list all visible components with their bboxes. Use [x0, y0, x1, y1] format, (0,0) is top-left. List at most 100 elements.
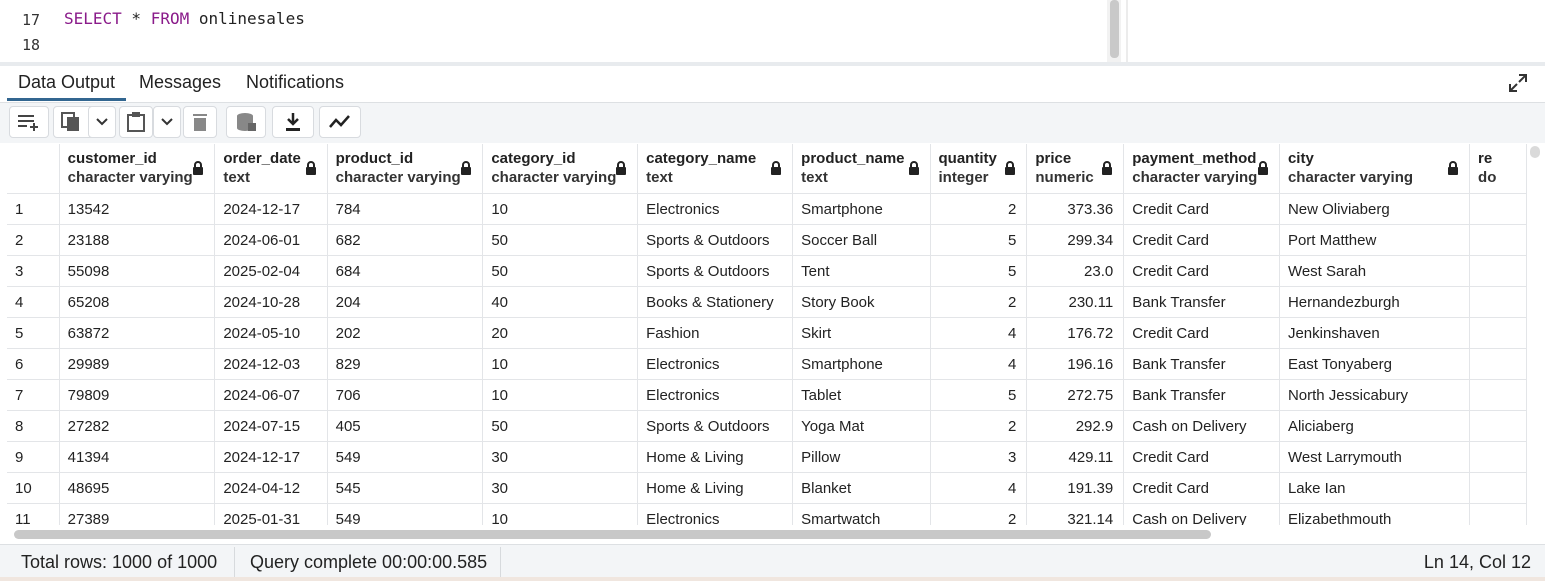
- cell-quantity[interactable]: 4: [930, 348, 1028, 380]
- cell-category_id[interactable]: 20: [482, 317, 639, 349]
- table-row[interactable]: 5 63872 2024-05-10 202 20 Fashion Skirt 4 176.72…: [7, 317, 1527, 349]
- cell-category_id[interactable]: 30: [482, 441, 639, 473]
- cell-product_name[interactable]: Story Book: [792, 286, 931, 318]
- tab-data-output[interactable]: Data Output: [18, 72, 115, 93]
- cell-category_name[interactable]: Fashion: [637, 317, 794, 349]
- cell-price[interactable]: 176.72: [1026, 317, 1125, 349]
- cell-overflow[interactable]: [1469, 193, 1527, 225]
- cell-category_name[interactable]: Electronics: [637, 379, 794, 411]
- cell-city[interactable]: East Tonyaberg: [1279, 348, 1471, 380]
- add-row-button[interactable]: [9, 106, 49, 138]
- cell-city[interactable]: Elizabethmouth: [1279, 503, 1471, 525]
- column-header-product_name[interactable]: product_name text: [792, 144, 931, 194]
- table-row[interactable]: 8 27282 2024-07-15 405 50 Sports & Outdoors Yo…: [7, 410, 1527, 442]
- cell-overflow[interactable]: [1469, 348, 1527, 380]
- cell-customer_id[interactable]: 48695: [59, 472, 216, 504]
- cell-product_id[interactable]: 549: [327, 503, 484, 525]
- cell-payment_method[interactable]: Cash on Delivery: [1123, 503, 1280, 525]
- cell-order_date[interactable]: 2024-12-17: [214, 193, 328, 225]
- cell-customer_id[interactable]: 79809: [59, 379, 216, 411]
- cell-overflow[interactable]: [1469, 410, 1527, 442]
- cell-payment_method[interactable]: Cash on Delivery: [1123, 410, 1280, 442]
- cell-payment_method[interactable]: Bank Transfer: [1123, 379, 1280, 411]
- cell-category_id[interactable]: 10: [482, 348, 639, 380]
- cell-category_name[interactable]: Home & Living: [637, 441, 794, 473]
- cell-quantity[interactable]: 2: [930, 503, 1028, 525]
- tab-messages[interactable]: Messages: [139, 72, 221, 93]
- cell-product_name[interactable]: Smartphone: [792, 348, 931, 380]
- cell-overflow[interactable]: [1469, 255, 1527, 287]
- cell-customer_id[interactable]: 63872: [59, 317, 216, 349]
- column-header-order_date[interactable]: order_date text: [214, 144, 328, 194]
- table-row[interactable]: 10 48695 2024-04-12 545 30 Home & Living Blank…: [7, 472, 1527, 504]
- column-header-category_id[interactable]: category_id character varying: [482, 144, 639, 194]
- cell-city[interactable]: Hernandezburgh: [1279, 286, 1471, 318]
- cell-product_id[interactable]: 682: [327, 224, 484, 256]
- cell-category_name[interactable]: Electronics: [637, 503, 794, 525]
- cell-overflow[interactable]: [1469, 286, 1527, 318]
- tab-notifications[interactable]: Notifications: [246, 72, 344, 93]
- table-row[interactable]: 6 29989 2024-12-03 829 10 Electronics Smartpho…: [7, 348, 1527, 380]
- cell-payment_method[interactable]: Credit Card: [1123, 441, 1280, 473]
- cell-customer_id[interactable]: 27389: [59, 503, 216, 525]
- cell-quantity[interactable]: 2: [930, 286, 1028, 318]
- cell-category_id[interactable]: 10: [482, 193, 639, 225]
- cell-overflow[interactable]: [1469, 503, 1527, 525]
- cell-price[interactable]: 299.34: [1026, 224, 1125, 256]
- cell-city[interactable]: North Jessicabury: [1279, 379, 1471, 411]
- row-number[interactable]: 3: [7, 255, 60, 287]
- cell-product_name[interactable]: Yoga Mat: [792, 410, 931, 442]
- table-row[interactable]: 1 13542 2024-12-17 784 10 Electronics Smartpho…: [7, 193, 1527, 225]
- cell-overflow[interactable]: [1469, 224, 1527, 256]
- cell-quantity[interactable]: 3: [930, 441, 1028, 473]
- expand-icon[interactable]: [1508, 73, 1528, 93]
- cell-product_name[interactable]: Tablet: [792, 379, 931, 411]
- cell-price[interactable]: 272.75: [1026, 379, 1125, 411]
- cell-overflow[interactable]: [1469, 472, 1527, 504]
- cell-city[interactable]: Port Matthew: [1279, 224, 1471, 256]
- cell-product_id[interactable]: 829: [327, 348, 484, 380]
- cell-product_name[interactable]: Skirt: [792, 317, 931, 349]
- cell-product_id[interactable]: 204: [327, 286, 484, 318]
- cell-product_name[interactable]: Smartwatch: [792, 503, 931, 525]
- column-header-price[interactable]: price numeric: [1026, 144, 1125, 194]
- cell-customer_id[interactable]: 41394: [59, 441, 216, 473]
- row-number[interactable]: 6: [7, 348, 60, 380]
- cell-category_id[interactable]: 50: [482, 224, 639, 256]
- column-header-payment_method[interactable]: payment_method character varying: [1123, 144, 1280, 194]
- cell-customer_id[interactable]: 23188: [59, 224, 216, 256]
- graph-visualiser-button[interactable]: [319, 106, 361, 138]
- cell-payment_method[interactable]: Credit Card: [1123, 472, 1280, 504]
- cell-price[interactable]: 196.16: [1026, 348, 1125, 380]
- cell-category_id[interactable]: 30: [482, 472, 639, 504]
- column-header-category_name[interactable]: category_name text: [637, 144, 794, 194]
- cell-customer_id[interactable]: 55098: [59, 255, 216, 287]
- cell-product_name[interactable]: Blanket: [792, 472, 931, 504]
- cell-product_id[interactable]: 784: [327, 193, 484, 225]
- table-row[interactable]: 7 79809 2024-06-07 706 10 Electronics Tablet 5 2…: [7, 379, 1527, 411]
- cell-quantity[interactable]: 5: [930, 379, 1028, 411]
- cell-price[interactable]: 230.11: [1026, 286, 1125, 318]
- row-number[interactable]: 9: [7, 441, 60, 473]
- cell-quantity[interactable]: 4: [930, 317, 1028, 349]
- cell-payment_method[interactable]: Bank Transfer: [1123, 348, 1280, 380]
- cell-product_name[interactable]: Smartphone: [792, 193, 931, 225]
- cell-product_id[interactable]: 706: [327, 379, 484, 411]
- cell-category_id[interactable]: 10: [482, 503, 639, 525]
- paste-button[interactable]: [119, 106, 153, 138]
- cell-category_name[interactable]: Electronics: [637, 348, 794, 380]
- row-number[interactable]: 2: [7, 224, 60, 256]
- cell-price[interactable]: 429.11: [1026, 441, 1125, 473]
- paste-options-dropdown[interactable]: [153, 106, 181, 138]
- cell-payment_method[interactable]: Credit Card: [1123, 317, 1280, 349]
- cell-city[interactable]: West Larrymouth: [1279, 441, 1471, 473]
- cell-product_id[interactable]: 545: [327, 472, 484, 504]
- cell-product_name[interactable]: Soccer Ball: [792, 224, 931, 256]
- cell-product_name[interactable]: Pillow: [792, 441, 931, 473]
- cell-category_name[interactable]: Sports & Outdoors: [637, 410, 794, 442]
- column-header-city[interactable]: city character varying: [1279, 144, 1471, 194]
- cell-payment_method[interactable]: Bank Transfer: [1123, 286, 1280, 318]
- cell-product_name[interactable]: Tent: [792, 255, 931, 287]
- cell-category_name[interactable]: Books & Stationery: [637, 286, 794, 318]
- grid-horizontal-scrollbar-thumb[interactable]: [14, 530, 1211, 539]
